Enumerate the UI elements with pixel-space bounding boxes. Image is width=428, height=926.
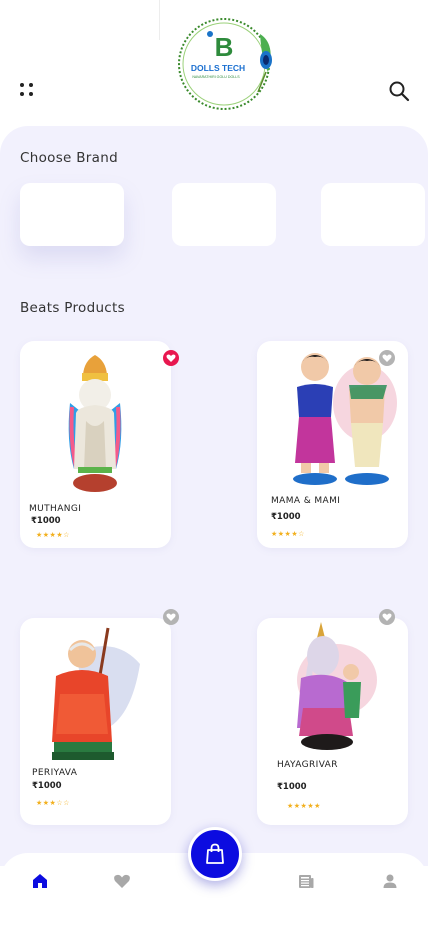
favorite-button[interactable] bbox=[379, 350, 395, 366]
product-rating: ★★★★★ bbox=[287, 802, 321, 810]
product-price: ₹1000 bbox=[271, 512, 301, 522]
heart-icon bbox=[114, 874, 130, 888]
brand-card-3[interactable] bbox=[321, 183, 425, 246]
product-image bbox=[52, 627, 140, 760]
nav-home[interactable] bbox=[31, 872, 49, 890]
logo-text: DOLLS TECH bbox=[191, 63, 245, 73]
product-rating: ★★★★☆ bbox=[36, 531, 70, 539]
app-header: B DOLLS TECH NAVARATHIRI GOLU DOLLS bbox=[0, 0, 428, 130]
favorite-button[interactable] bbox=[163, 350, 179, 366]
menu-button[interactable] bbox=[18, 80, 38, 100]
best-products-title: Beats Products bbox=[20, 300, 125, 316]
home-icon bbox=[33, 874, 47, 888]
product-card[interactable]: HAYAGRIVAR ₹1000 ★★★★★ bbox=[257, 609, 408, 825]
logo-emblem: B DOLLS TECH NAVARATHIRI GOLU DOLLS bbox=[178, 18, 272, 110]
product-card[interactable]: MUTHANGI ₹1000 ★★★★☆ bbox=[20, 341, 179, 548]
brand-logo: B DOLLS TECH NAVARATHIRI GOLU DOLLS bbox=[172, 14, 288, 112]
brand-card-1[interactable] bbox=[20, 183, 124, 246]
choose-brand-title: Choose Brand bbox=[20, 150, 118, 166]
nav-orders[interactable] bbox=[297, 872, 315, 890]
product-card[interactable]: PERIYAVA ₹1000 ★★★☆☆ bbox=[20, 609, 179, 825]
product-name: MUTHANGI bbox=[29, 504, 82, 514]
svg-text:B: B bbox=[215, 32, 234, 62]
brand-card-2[interactable] bbox=[172, 183, 276, 246]
product-price: ₹1000 bbox=[31, 516, 61, 526]
search-button[interactable] bbox=[388, 80, 410, 102]
menu-dots-icon bbox=[20, 83, 24, 87]
product-image bbox=[293, 353, 397, 485]
heart-icon bbox=[382, 613, 392, 621]
product-price: ₹1000 bbox=[32, 781, 62, 791]
nav-profile[interactable] bbox=[381, 872, 399, 890]
product-rating: ★★★★☆ bbox=[271, 530, 305, 538]
product-image bbox=[68, 355, 122, 492]
favorite-button[interactable] bbox=[379, 609, 395, 625]
heart-icon bbox=[166, 354, 176, 362]
search-icon bbox=[389, 81, 410, 102]
heart-icon bbox=[166, 613, 176, 621]
product-name: MAMA & MAMI bbox=[271, 496, 341, 506]
newspaper-icon bbox=[299, 875, 314, 888]
product-image bbox=[297, 622, 377, 750]
cart-button[interactable] bbox=[188, 827, 242, 881]
shopping-bag-icon bbox=[206, 843, 224, 864]
product-rating: ★★★☆☆ bbox=[36, 799, 70, 807]
favorite-button[interactable] bbox=[163, 609, 179, 625]
user-icon bbox=[383, 874, 397, 888]
header-divider bbox=[159, 0, 160, 40]
product-name: HAYAGRIVAR bbox=[277, 760, 338, 770]
nav-wishlist[interactable] bbox=[113, 872, 131, 890]
product-price: ₹1000 bbox=[277, 782, 307, 792]
product-card[interactable]: MAMA & MAMI ₹1000 ★★★★☆ bbox=[257, 341, 408, 548]
logo-tagline: NAVARATHIRI GOLU DOLLS bbox=[192, 75, 240, 79]
heart-icon bbox=[382, 354, 392, 362]
product-name: PERIYAVA bbox=[32, 768, 78, 778]
